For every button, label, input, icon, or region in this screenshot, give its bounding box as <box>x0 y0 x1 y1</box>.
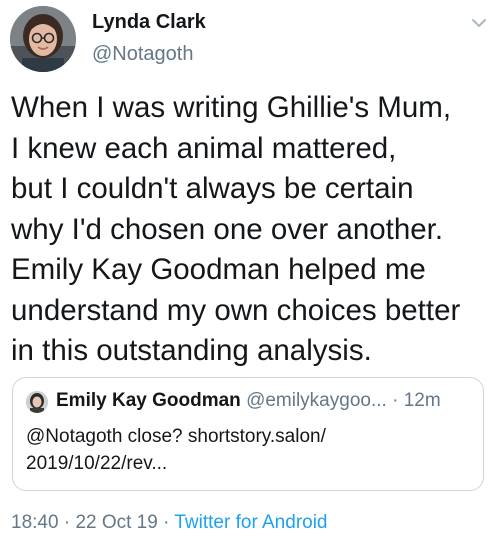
separator-dot: · <box>392 390 399 411</box>
tweet: Lynda Clark @Notagoth When I was writing… <box>0 0 500 551</box>
quoted-tweet-time: 12m <box>403 390 441 411</box>
separator-dot: · <box>163 512 170 533</box>
quoted-tweet-line: 2019/10/22/rev... <box>26 453 168 474</box>
tweet-source-link[interactable]: Twitter for Android <box>174 512 327 533</box>
tweet-line: in this outstanding analysis. <box>11 334 372 367</box>
quoted-tweet-text: @Notagoth close? shortstory.salon/ 2019/… <box>26 423 466 477</box>
tweet-text: When I was writing Ghillie's Mum, I knew… <box>11 88 495 372</box>
quoted-author-handle: @emilykaygoo... <box>246 390 387 411</box>
quoted-author-name: Emily Kay Goodman <box>56 390 241 411</box>
tweet-line: I knew each animal mattered, <box>11 131 397 165</box>
tweet-line: Emily Kay Goodman helped me <box>11 253 426 286</box>
tweet-line: understand my own choices better <box>11 293 461 327</box>
tweet-line: When I was writing Ghillie's Mum, <box>11 91 452 124</box>
tweet-line: why I'd chosen one over another. <box>11 212 444 246</box>
quoted-tweet-line: @Notagoth close? shortstory.salon/ <box>26 426 326 447</box>
quoted-tweet-card[interactable]: Emily Kay Goodman @emilykaygoo... · 12m … <box>12 377 484 491</box>
author-name[interactable]: Lynda Clark <box>92 11 206 34</box>
quoted-tweet-header: Emily Kay Goodman @emilykaygoo... · 12m <box>56 390 475 412</box>
quoted-author-avatar <box>26 391 48 413</box>
tweet-line: but I couldn't always be certain <box>11 172 414 205</box>
separator-dot: · <box>63 512 71 533</box>
tweet-meta: 18:40 · 22 Oct 19 · Twitter for Android <box>11 512 328 534</box>
tweet-time: 18:40 <box>11 512 59 533</box>
tweet-date: 22 Oct 19 <box>75 512 158 533</box>
author-avatar[interactable] <box>10 6 76 72</box>
author-handle[interactable]: @Notagoth <box>92 43 193 66</box>
chevron-down-icon[interactable] <box>468 12 490 34</box>
